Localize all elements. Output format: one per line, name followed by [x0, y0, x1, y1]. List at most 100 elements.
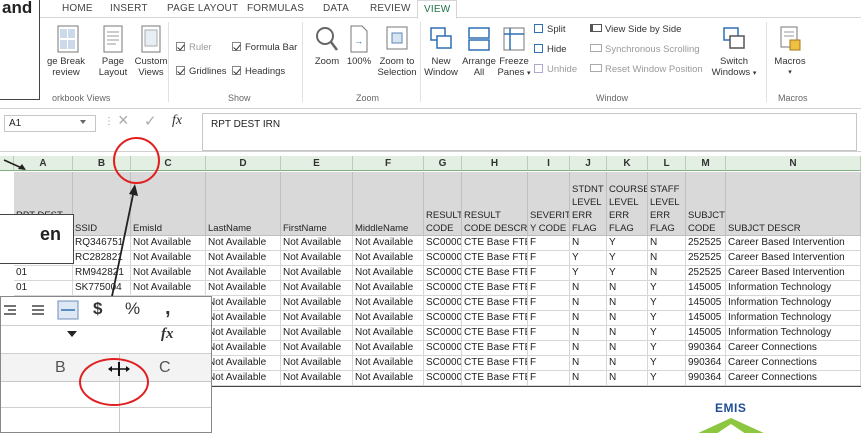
header-cell[interactable]: MiddleName — [353, 172, 424, 236]
table-cell[interactable]: N — [607, 371, 648, 386]
column-header-f[interactable]: F — [353, 156, 424, 171]
table-cell[interactable]: N — [648, 251, 686, 266]
table-cell[interactable]: Not Available — [353, 356, 424, 371]
table-cell[interactable]: 01 — [14, 266, 73, 281]
table-cell[interactable]: N — [570, 311, 607, 326]
freeze-panes-button[interactable]: Freeze Panes ▾ — [496, 24, 532, 79]
page-break-preview-button[interactable]: ge Break review — [46, 24, 86, 78]
header-cell[interactable]: FirstName — [281, 172, 353, 236]
table-cell[interactable]: CTE Base FTE — [462, 251, 528, 266]
ruler-checkbox[interactable]: Ruler — [176, 42, 212, 53]
table-cell[interactable]: N — [607, 296, 648, 311]
table-cell[interactable]: Not Available — [281, 266, 353, 281]
table-cell[interactable]: F — [528, 251, 570, 266]
table-cell[interactable]: N — [648, 266, 686, 281]
column-header-j[interactable]: J — [570, 156, 607, 171]
table-cell[interactable]: N — [570, 326, 607, 341]
table-cell[interactable]: Y — [648, 326, 686, 341]
table-cell[interactable]: N — [570, 236, 607, 251]
table-cell[interactable]: CTE Base FTE — [462, 281, 528, 296]
header-cell[interactable]: LastName — [206, 172, 281, 236]
table-cell[interactable]: 990364 — [686, 341, 726, 356]
check-icon[interactable]: ✓ — [144, 112, 157, 130]
table-cell[interactable]: Career Based Intervention — [726, 236, 861, 251]
table-cell[interactable]: Not Available — [206, 281, 281, 296]
table-cell[interactable]: SC0000 — [424, 311, 462, 326]
table-cell[interactable]: SC0000 — [424, 296, 462, 311]
switch-windows-button[interactable]: Switch Windows ▾ — [710, 24, 758, 79]
column-header-i[interactable]: I — [528, 156, 570, 171]
table-cell[interactable]: SC0000 — [424, 266, 462, 281]
table-cell[interactable]: Not Available — [281, 236, 353, 251]
table-cell[interactable]: Not Available — [206, 251, 281, 266]
table-cell[interactable]: 252525 — [686, 266, 726, 281]
table-cell[interactable]: F — [528, 371, 570, 386]
table-cell[interactable]: N — [570, 356, 607, 371]
table-cell[interactable]: CTE Base FTE — [462, 371, 528, 386]
table-cell[interactable]: Career Based Intervention — [726, 266, 861, 281]
table-cell[interactable]: CTE Base FTE — [462, 296, 528, 311]
header-cell[interactable]: STAFF LEVEL ERR FLAG — [648, 172, 686, 236]
table-cell[interactable]: Not Available — [353, 236, 424, 251]
tab-page-layout[interactable]: PAGE LAYOUT — [167, 3, 238, 14]
table-cell[interactable]: 145005 — [686, 326, 726, 341]
tab-view[interactable]: VIEW — [417, 0, 458, 19]
table-cell[interactable]: Not Available — [281, 251, 353, 266]
view-side-by-side-button[interactable]: View Side by Side — [590, 24, 681, 35]
table-cell[interactable]: Not Available — [206, 236, 281, 251]
header-cell[interactable]: RESULT CODE — [424, 172, 462, 236]
table-cell[interactable]: Not Available — [281, 371, 353, 386]
page-layout-button[interactable]: Page Layout — [96, 24, 130, 78]
table-cell[interactable]: 145005 — [686, 311, 726, 326]
table-cell[interactable]: Not Available — [353, 326, 424, 341]
table-cell[interactable]: Not Available — [281, 296, 353, 311]
table-cell[interactable]: 990364 — [686, 371, 726, 386]
table-cell[interactable]: N — [607, 341, 648, 356]
table-cell[interactable]: F — [528, 341, 570, 356]
table-cell[interactable]: CTE Base FTE — [462, 266, 528, 281]
table-cell[interactable]: Not Available — [353, 251, 424, 266]
table-cell[interactable]: CTE Base FTE — [462, 356, 528, 371]
macros-button[interactable]: Macros ▾ — [770, 24, 810, 78]
column-header-h[interactable]: H — [462, 156, 528, 171]
column-header-n[interactable]: N — [726, 156, 861, 171]
new-window-button[interactable]: New Window — [422, 24, 460, 78]
zoom-to-selection-button[interactable]: Zoom to Selection — [374, 24, 420, 78]
table-cell[interactable]: Not Available — [353, 266, 424, 281]
table-cell[interactable]: N — [570, 281, 607, 296]
table-cell[interactable]: Not Available — [206, 326, 281, 341]
column-header-e[interactable]: E — [281, 156, 353, 171]
header-cell[interactable]: SUBJCT CODE — [686, 172, 726, 236]
header-cell[interactable]: SEVERIT Y CODE — [528, 172, 570, 236]
table-cell[interactable]: SC0000 — [424, 251, 462, 266]
table-cell[interactable]: Not Available — [206, 356, 281, 371]
tab-formulas[interactable]: FORMULAS — [247, 3, 304, 14]
reset-window-position-button[interactable]: Reset Window Position — [590, 64, 703, 75]
table-cell[interactable]: N — [607, 326, 648, 341]
header-cell[interactable]: RESULT CODE DESCR — [462, 172, 528, 236]
formula-input[interactable]: RPT DEST IRN — [202, 113, 857, 151]
cancel-icon[interactable]: × — [118, 110, 129, 131]
table-cell[interactable]: SC0000 — [424, 341, 462, 356]
table-cell[interactable]: Not Available — [206, 371, 281, 386]
unhide-button[interactable]: Unhide — [534, 64, 577, 75]
table-cell[interactable]: 01 — [14, 281, 73, 296]
split-button[interactable]: Split — [534, 24, 565, 35]
table-cell[interactable]: N — [607, 311, 648, 326]
table-cell[interactable]: F — [528, 281, 570, 296]
table-cell[interactable]: F — [528, 296, 570, 311]
table-cell[interactable]: Y — [648, 356, 686, 371]
table-cell[interactable]: Information Technology — [726, 311, 861, 326]
table-cell[interactable]: N — [607, 356, 648, 371]
table-cell[interactable]: Not Available — [281, 356, 353, 371]
synchronous-scrolling-button[interactable]: Synchronous Scrolling — [590, 44, 700, 55]
table-cell[interactable]: Not Available — [281, 281, 353, 296]
table-cell[interactable]: Not Available — [353, 296, 424, 311]
column-header-g[interactable]: G — [424, 156, 462, 171]
table-cell[interactable]: CTE Base FTE — [462, 341, 528, 356]
headings-checkbox[interactable]: Headings — [232, 66, 285, 77]
table-cell[interactable]: F — [528, 311, 570, 326]
table-cell[interactable]: Y — [648, 281, 686, 296]
table-cell[interactable]: 990364 — [686, 356, 726, 371]
table-cell[interactable]: Y — [648, 341, 686, 356]
